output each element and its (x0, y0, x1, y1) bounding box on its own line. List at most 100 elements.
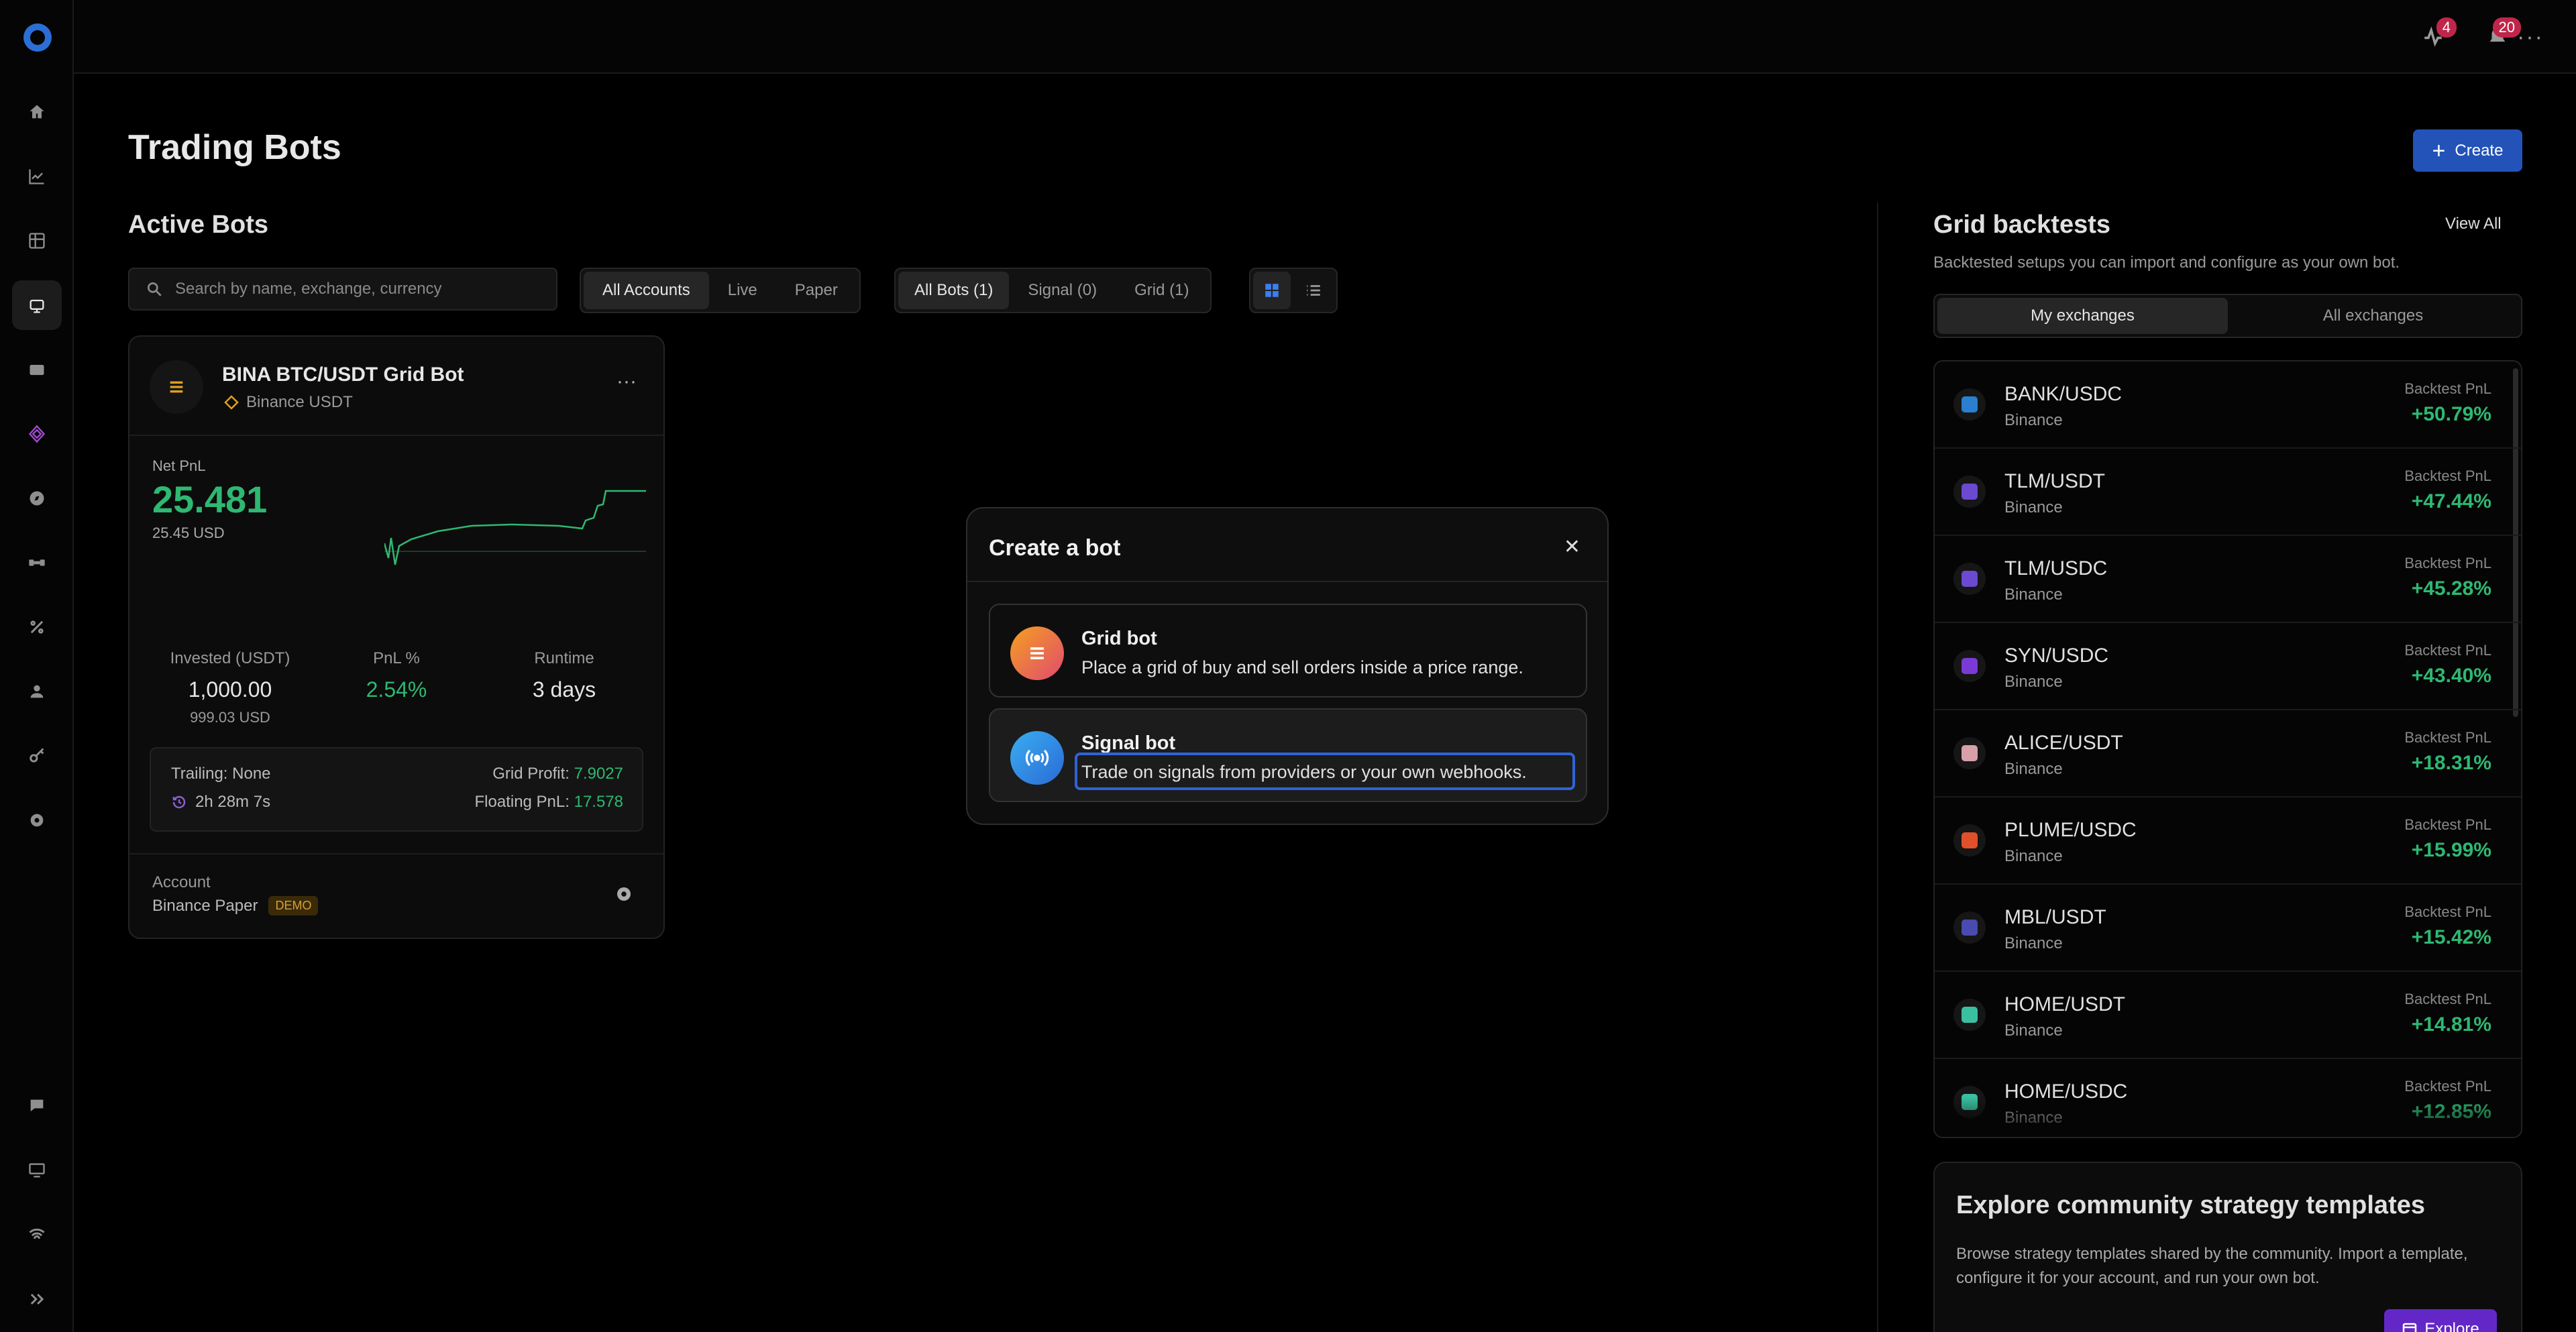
bot-card-header: BINA BTC/USDT Grid Bot Binance USDT ··· (129, 337, 663, 436)
close-button[interactable]: ✕ (1564, 535, 1580, 559)
account-label: Account (152, 873, 211, 891)
bot-settings-button[interactable] (614, 884, 634, 904)
backtest-pnl-value: +50.79% (2411, 403, 2491, 425)
search-box (128, 268, 557, 311)
backtest-row[interactable]: ALICE/USDT Binance Backtest PnL +18.31% (1935, 710, 2521, 797)
backtest-pnl-label: Backtest PnL (2404, 642, 2491, 659)
backtest-row[interactable]: HOME/USDT Binance Backtest PnL +14.81% (1935, 972, 2521, 1059)
filter-paper[interactable]: Paper (776, 272, 857, 309)
floating-pnl-label: Floating PnL: (474, 793, 570, 811)
search-input[interactable] (175, 280, 551, 298)
coin-icon (1953, 388, 1986, 421)
filter-live[interactable]: Live (709, 272, 776, 309)
diamond-icon (28, 425, 46, 443)
backtest-pnl-label: Backtest PnL (2404, 555, 2491, 571)
user-icon (30, 685, 44, 698)
notifications-button[interactable]: 20 (2486, 17, 2521, 48)
more-menu-button[interactable]: ··· (2517, 24, 2544, 50)
backtest-pnl-value: +47.44% (2411, 490, 2491, 512)
sidebar-item-connection[interactable] (12, 1210, 62, 1260)
history-icon (172, 795, 186, 809)
sidebar-item-dashboard[interactable] (12, 216, 62, 266)
backtest-row[interactable]: TLM/USDC Binance Backtest PnL +45.28% (1935, 536, 2521, 623)
grid-view-button[interactable] (1253, 272, 1291, 309)
sidebar-item-support[interactable] (12, 1081, 62, 1131)
backtest-exchange: Binance (2004, 498, 2063, 516)
account-value: Binance Paper DEMO (152, 896, 319, 915)
grid-profit-label: Grid Profit: (492, 765, 570, 783)
bot-menu-button[interactable]: ··· (616, 370, 637, 393)
compass-icon (30, 491, 44, 506)
sidebar-item-settings[interactable] (12, 795, 62, 845)
bot-type-filter: All Bots (1) Signal (0) Grid (1) (894, 268, 1212, 313)
coin-icon (1953, 476, 1986, 508)
filter-grid[interactable]: Grid (1) (1116, 272, 1208, 309)
sidebar-item-wallet[interactable] (12, 345, 62, 394)
backtest-pnl-value: +14.81% (2411, 1013, 2491, 1036)
filter-all-accounts[interactable]: All Accounts (584, 272, 709, 309)
backtest-pair: PLUME/USDC (2004, 819, 2137, 841)
backtest-row[interactable]: SYN/USDC Binance Backtest PnL +43.40% (1935, 623, 2521, 710)
sidebar-item-premium[interactable] (12, 409, 62, 459)
pnl-pct-stat: PnL % 2.54% (316, 649, 477, 702)
backtest-row[interactable]: MBL/USDT Binance Backtest PnL +15.42% (1935, 885, 2521, 972)
sidebar-expand[interactable] (12, 1274, 62, 1324)
list-view-icon (1307, 285, 1320, 296)
backtest-row[interactable]: BANK/USDC Binance Backtest PnL +50.79% (1935, 362, 2521, 449)
sidebar-item-analytics[interactable] (12, 152, 62, 201)
sidebar-item-fees[interactable] (12, 602, 62, 652)
elapsed-time: 2h 28m 7s (171, 793, 270, 812)
invested-label: Invested (USDT) (170, 649, 290, 667)
view-all-link[interactable]: View All (2445, 215, 2502, 233)
pnl-pct-value: 2.54% (366, 677, 427, 702)
sidebar-item-home[interactable] (12, 87, 62, 137)
bot-icon (30, 299, 44, 313)
filter-all-bots[interactable]: All Bots (1) (898, 272, 1010, 309)
backtest-row[interactable]: TLM/USDT Binance Backtest PnL +47.44% (1935, 449, 2521, 536)
explore-button[interactable]: Explore (2384, 1309, 2497, 1332)
card-divider (129, 853, 663, 854)
create-button[interactable]: + Create (2413, 129, 2522, 172)
monitor-icon (29, 1163, 45, 1178)
filter-signal[interactable]: Signal (0) (1009, 272, 1116, 309)
coin-icon (1953, 563, 1986, 595)
backtest-pnl-value: +15.42% (2411, 926, 2491, 948)
sidebar-item-api-keys[interactable] (12, 731, 62, 781)
backtest-pnl-value: +15.99% (2411, 839, 2491, 861)
create-button-label: Create (2455, 141, 2504, 160)
explore-description: Browse strategy templates shared by the … (1956, 1245, 2468, 1287)
grid-view-icon (1265, 284, 1279, 297)
view-toggle (1249, 268, 1338, 313)
backtest-exchange: Binance (2004, 934, 2063, 952)
coin-icon (1953, 824, 1986, 856)
invested-stat: Invested (USDT) 1,000.00 999.03 USD (150, 649, 311, 726)
floating-pnl: Floating PnL: 17.578 (475, 793, 624, 812)
sidebar-item-partners[interactable] (12, 538, 62, 588)
coin-icon (1953, 737, 1986, 769)
backtest-pair: ALICE/USDT (2004, 732, 2123, 754)
tab-my-exchanges[interactable]: My exchanges (1937, 298, 2228, 334)
signal-bot-option[interactable]: Signal bot Trade on signals from provide… (989, 708, 1587, 802)
tab-all-exchanges[interactable]: All exchanges (2228, 298, 2518, 334)
backtest-pnl-value: +18.31% (2411, 752, 2491, 774)
activity-button[interactable]: 4 (2422, 17, 2457, 48)
sidebar-item-display[interactable] (12, 1146, 62, 1195)
gear-icon (30, 814, 44, 827)
pnl-pct-label: PnL % (373, 649, 420, 667)
sidebar-item-explore[interactable] (12, 474, 62, 523)
app-logo[interactable] (23, 23, 52, 52)
bot-card[interactable]: BINA BTC/USDT Grid Bot Binance USDT ··· … (128, 335, 665, 939)
key-icon (30, 748, 44, 763)
sidebar-item-bots[interactable] (12, 280, 62, 330)
backtest-exchange: Binance (2004, 586, 2063, 604)
chart-icon (29, 169, 44, 184)
gear-icon (617, 887, 631, 901)
list-view-button[interactable] (1295, 272, 1332, 309)
grid-bot-option[interactable]: Grid bot Place a grid of buy and sell or… (989, 604, 1587, 698)
explore-button-label: Explore (2424, 1320, 2479, 1332)
net-pnl-label: Net PnL (152, 457, 206, 474)
sidebar-item-account[interactable] (12, 667, 62, 716)
signal-bot-description: Trade on signals from providers or your … (1081, 762, 1527, 782)
exchange-tabs: My exchanges All exchanges (1933, 294, 2522, 338)
backtest-row[interactable]: PLUME/USDC Binance Backtest PnL +15.99% (1935, 797, 2521, 885)
